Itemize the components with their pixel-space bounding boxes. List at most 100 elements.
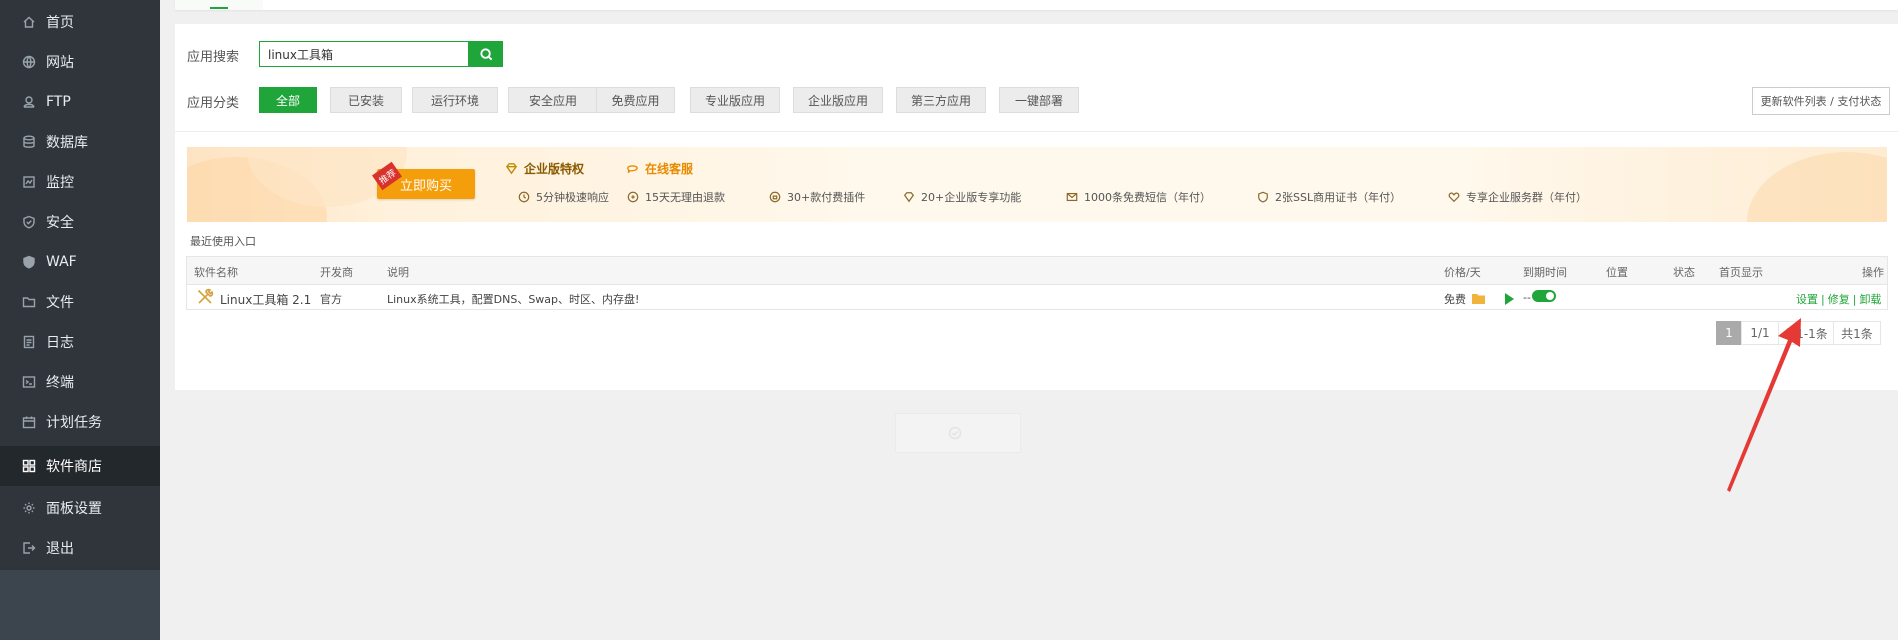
refund-icon <box>627 191 639 203</box>
apps-grid-icon <box>22 459 36 473</box>
sidebar-item-label: WAF <box>46 254 77 270</box>
sidebar-item-database[interactable]: 数据库 <box>0 122 160 162</box>
gear-icon <box>22 501 36 515</box>
col-header-home-display: 首页显示 <box>1719 266 1763 279</box>
category-all[interactable]: 全部 <box>259 87 317 113</box>
feature-item: 30+款付费插件 <box>769 189 865 205</box>
sidebar-item-ftp[interactable]: FTP <box>0 82 160 122</box>
sidebar-item-label: 网站 <box>46 55 74 71</box>
software-table: 软件名称 开发商 说明 价格/天 到期时间 位置 状态 首页显示 操作 Linu… <box>186 256 1888 310</box>
online-service-link[interactable]: 在线客服 <box>626 160 693 177</box>
search-button[interactable] <box>469 41 503 67</box>
feature-item: 20+企业版专享功能 <box>903 189 1021 205</box>
col-header-expire: 到期时间 <box>1523 266 1567 279</box>
category-pro[interactable]: 专业版应用 <box>690 87 780 113</box>
search-box <box>259 41 469 67</box>
sidebar-item-home[interactable]: 首页 <box>0 2 160 42</box>
sidebar-item-label: 监控 <box>46 175 74 191</box>
sidebar-item-logout[interactable]: 退出 <box>0 528 160 568</box>
clock-icon <box>518 191 530 203</box>
search-input[interactable] <box>260 42 460 66</box>
faded-background-box <box>895 413 1021 453</box>
page-range: 从1-1条 <box>1778 321 1834 345</box>
buy-now-button[interactable]: 推荐 立即购买 <box>372 161 475 199</box>
software-price: 免费 <box>1444 293 1466 306</box>
play-status-icon[interactable] <box>1504 290 1514 305</box>
home-display-toggle[interactable] <box>1532 290 1556 302</box>
calendar-icon <box>22 415 36 429</box>
sidebar-item-terminal[interactable]: 终端 <box>0 362 160 402</box>
top-tab-strip <box>175 0 1898 10</box>
pagination: 1 1/1 从1-1条 共1条 <box>1716 321 1881 345</box>
sidebar-item-label: FTP <box>46 94 71 110</box>
sidebar-menu: 首页 网站 FTP 数据库 监控 安全 WAF 文件 日志 终端 计划任务 软件… <box>0 0 160 570</box>
sidebar-item-label: 终端 <box>46 375 74 391</box>
recent-entries-label: 最近使用入口 <box>190 235 256 248</box>
category-runtime[interactable]: 运行环境 <box>412 87 498 113</box>
feature-item: 5分钟极速响应 <box>518 189 609 205</box>
sidebar: 首页 网站 FTP 数据库 监控 安全 WAF 文件 日志 终端 计划任务 软件… <box>0 0 160 640</box>
sidebar-item-label: 首页 <box>46 15 74 31</box>
repair-link[interactable]: 修复 <box>1828 293 1850 306</box>
sidebar-item-label: 面板设置 <box>46 501 102 517</box>
separator: | <box>1852 293 1857 306</box>
software-name: Linux工具箱 2.1 <box>220 293 312 307</box>
sidebar-item-label: 数据库 <box>46 135 88 151</box>
uninstall-link[interactable]: 卸载 <box>1859 293 1881 306</box>
banner-decoration <box>1747 152 1887 222</box>
active-tab-indicator <box>210 7 228 9</box>
heart-service-icon <box>1448 192 1460 203</box>
waf-shield-icon <box>22 255 36 269</box>
app-store-panel: 应用搜索 应用分类 全部 已安装 运行环境 安全应用 免费应用 专业版应用 企业… <box>175 24 1898 390</box>
col-header-name: 软件名称 <box>194 266 238 279</box>
ftp-icon <box>22 95 36 109</box>
globe-icon <box>22 55 36 69</box>
feature-item: 1000条免费短信（年付） <box>1066 189 1211 205</box>
sidebar-item-label: 计划任务 <box>46 415 102 431</box>
col-header-description: 说明 <box>387 266 409 279</box>
category-installed[interactable]: 已安装 <box>330 87 402 113</box>
sidebar-item-panel-settings[interactable]: 面板设置 <box>0 488 160 528</box>
sidebar-item-monitor[interactable]: 监控 <box>0 162 160 202</box>
col-header-actions: 操作 <box>1862 266 1884 279</box>
sidebar-item-app-store[interactable]: 软件商店 <box>0 446 160 486</box>
sidebar-item-label: 安全 <box>46 215 74 231</box>
sidebar-item-files[interactable]: 文件 <box>0 282 160 322</box>
toolbox-icon <box>196 288 214 306</box>
folder-icon <box>22 295 36 309</box>
open-folder-icon[interactable] <box>1472 290 1486 304</box>
page-count: 1/1 <box>1741 321 1779 345</box>
update-software-list-button[interactable]: 更新软件列表 / 支付状态 <box>1752 87 1890 115</box>
table-header: 软件名称 开发商 说明 价格/天 到期时间 位置 状态 首页显示 操作 <box>187 257 1887 285</box>
sidebar-item-website[interactable]: 网站 <box>0 42 160 82</box>
shield-icon <box>22 215 36 229</box>
category-free[interactable]: 免费应用 <box>596 87 675 113</box>
logout-icon <box>22 541 36 555</box>
category-enterprise[interactable]: 企业版应用 <box>793 87 883 113</box>
ssl-certificate-icon <box>1258 191 1268 203</box>
settings-link[interactable]: 设置 <box>1796 293 1818 306</box>
col-header-price: 价格/天 <box>1444 266 1481 279</box>
log-icon <box>22 335 36 349</box>
sidebar-item-waf[interactable]: WAF <box>0 242 160 282</box>
enterprise-privilege-title: 企业版特权 <box>505 160 584 177</box>
category-third-party[interactable]: 第三方应用 <box>896 87 986 113</box>
diamond-icon <box>903 192 915 203</box>
sidebar-item-security[interactable]: 安全 <box>0 202 160 242</box>
sidebar-item-logs[interactable]: 日志 <box>0 322 160 362</box>
software-description: Linux系统工具，配置DNS、Swap、时区、内存盘! <box>387 293 640 306</box>
category-one-click[interactable]: 一键部署 <box>999 87 1079 113</box>
separator: | <box>1821 293 1825 306</box>
category-label: 应用分类 <box>187 96 240 111</box>
category-security[interactable]: 安全应用 <box>508 87 598 113</box>
buy-now-label: 立即购买 <box>399 178 452 194</box>
page-current[interactable]: 1 <box>1716 321 1742 345</box>
plugin-icon <box>769 191 781 203</box>
col-header-developer: 开发商 <box>320 266 353 279</box>
col-header-status: 状态 <box>1673 266 1695 279</box>
software-expire: -- <box>1523 291 1531 304</box>
diamond-icon <box>505 163 518 175</box>
search-label: 应用搜索 <box>187 50 240 65</box>
sidebar-item-cron[interactable]: 计划任务 <box>0 402 160 442</box>
feature-item: 2张SSL商用证书（年付） <box>1257 189 1401 205</box>
